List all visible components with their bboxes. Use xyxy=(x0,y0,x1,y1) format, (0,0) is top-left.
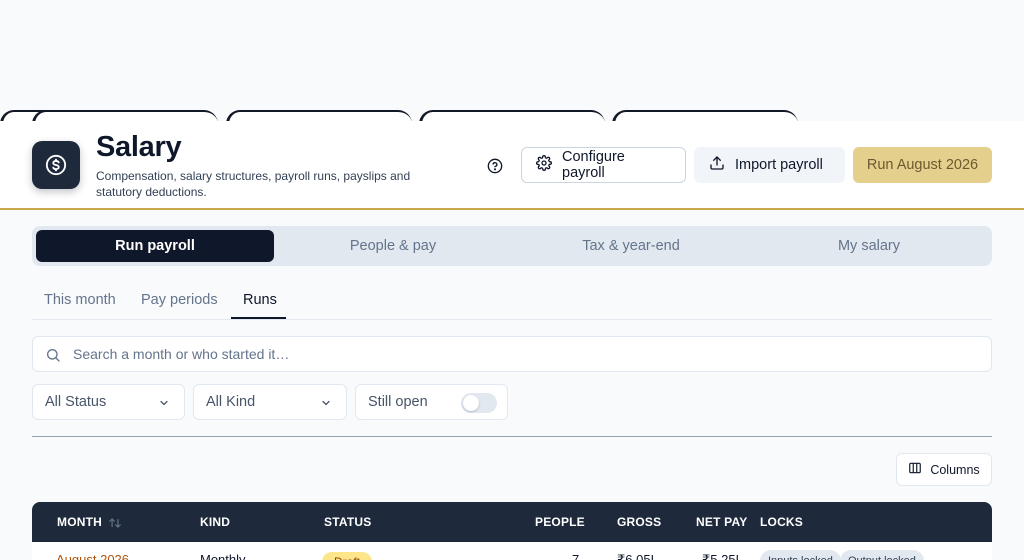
configure-payroll-button[interactable]: Configure payroll xyxy=(521,147,686,183)
column-header-month[interactable]: MONTH xyxy=(57,515,102,529)
subtab-runs[interactable]: Runs xyxy=(243,292,277,308)
net-pay-cell: ₹5.25L xyxy=(702,552,743,560)
subtab-pay-periods[interactable]: Pay periods xyxy=(141,292,218,308)
column-header-locks[interactable]: LOCKS xyxy=(760,515,803,529)
dollar-circle-icon xyxy=(32,141,80,189)
table-header: MONTH KIND STATUS PEOPLE GROSS NET PAY L… xyxy=(32,502,992,542)
sort-icon[interactable] xyxy=(108,516,122,534)
active-tab-indicator xyxy=(231,317,286,319)
main-tabs: Run payroll People & pay Tax & year-end … xyxy=(32,226,992,266)
page-subtitle: Compensation, salary structures, payroll… xyxy=(96,169,411,199)
lock-chip: Output locked xyxy=(840,550,924,560)
status-filter-value: All Status xyxy=(45,394,107,410)
run-payroll-label: Run August 2026 xyxy=(866,157,979,173)
run-payroll-button[interactable]: Run August 2026 xyxy=(853,147,992,183)
status-filter-select[interactable]: All Status xyxy=(32,384,185,420)
kind-filter-select[interactable]: All Kind xyxy=(193,384,347,420)
lock-chip: Inputs locked xyxy=(760,550,841,560)
sub-tabs: This month Pay periods Runs xyxy=(32,284,992,320)
tab-run-payroll[interactable]: Run payroll xyxy=(36,230,274,262)
page-title: Salary xyxy=(96,131,182,163)
top-band xyxy=(0,0,1024,140)
tab-tax-and-year-end[interactable]: Tax & year-end xyxy=(512,230,750,262)
help-circle-icon[interactable] xyxy=(485,156,505,176)
columns-label: Columns xyxy=(930,462,980,477)
search-input[interactable] xyxy=(73,337,973,371)
column-header-net-pay[interactable]: NET PAY xyxy=(696,515,747,529)
page-header: Salary Compensation, salary structures, … xyxy=(0,121,1024,210)
column-header-kind[interactable]: KIND xyxy=(200,515,230,529)
tab-my-salary[interactable]: My salary xyxy=(750,230,988,262)
table-row[interactable]: August 2026 Monthly Draft 7 ₹6.05L ₹5.25… xyxy=(32,542,992,560)
still-open-filter: Still open xyxy=(355,384,508,420)
still-open-label: Still open xyxy=(368,394,428,410)
gross-cell: ₹6.05L xyxy=(617,552,658,560)
subtab-this-month[interactable]: This month xyxy=(44,292,116,308)
columns-icon xyxy=(908,461,922,478)
payroll-runs-table: MONTH KIND STATUS PEOPLE GROSS NET PAY L… xyxy=(32,502,992,560)
tab-people-and-pay[interactable]: People & pay xyxy=(274,230,512,262)
import-payroll-button[interactable]: Import payroll xyxy=(694,147,845,183)
kind-filter-value: All Kind xyxy=(206,394,256,410)
columns-button[interactable]: Columns xyxy=(896,453,992,486)
toggle-knob xyxy=(463,395,479,411)
still-open-toggle[interactable] xyxy=(461,393,497,413)
column-header-status[interactable]: STATUS xyxy=(324,515,371,529)
search-icon xyxy=(45,347,61,368)
divider xyxy=(32,436,992,437)
import-payroll-label: Import payroll xyxy=(735,157,823,173)
kind-cell: Monthly xyxy=(200,552,246,560)
upload-icon xyxy=(709,155,725,175)
chevron-down-icon xyxy=(320,397,332,413)
search-box xyxy=(32,336,992,372)
configure-payroll-label: Configure payroll xyxy=(562,149,625,181)
month-cell[interactable]: August 2026 xyxy=(56,552,129,560)
column-header-gross[interactable]: GROSS xyxy=(617,515,661,529)
status-badge: Draft xyxy=(322,552,373,560)
people-cell: 7 xyxy=(572,552,580,560)
chevron-down-icon xyxy=(158,397,170,413)
gear-icon xyxy=(536,155,552,175)
column-header-people[interactable]: PEOPLE xyxy=(535,515,585,529)
